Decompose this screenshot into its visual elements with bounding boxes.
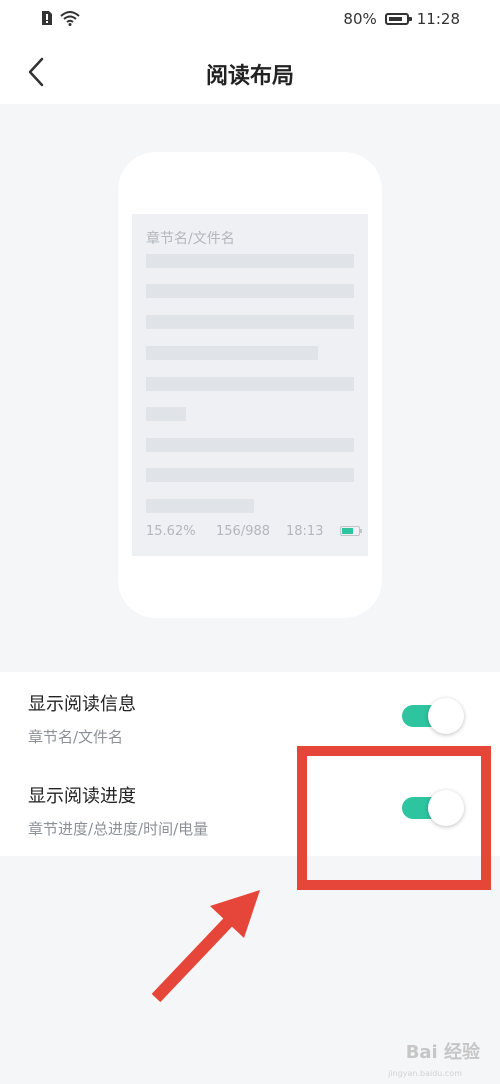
annotation-highlight-box <box>297 746 491 890</box>
page-title: 阅读布局 <box>205 64 294 89</box>
battery-level-fill <box>342 528 353 534</box>
preview-text-line <box>146 284 354 298</box>
preview-text-line <box>146 315 354 329</box>
clock: 11:28 <box>416 10 460 28</box>
preview-text-line <box>146 407 186 421</box>
wifi-icon <box>60 11 80 26</box>
preview-percent: 15.62% <box>146 524 196 539</box>
preview-text-line <box>146 377 354 391</box>
watermark-url: jingyan.baidu.com <box>388 1069 462 1078</box>
preview-text-line <box>146 346 318 360</box>
preview-time: 18:13 <box>286 524 324 539</box>
reading-layout-preview: 章节名/文件名 15.62% 156/988 18:13 <box>118 152 382 618</box>
preview-text-line <box>146 438 354 452</box>
toggle-knob <box>428 698 464 734</box>
preview-screen: 章节名/文件名 15.62% 156/988 18:13 <box>132 214 368 556</box>
status-bar-right: 80% 11:28 <box>343 10 460 28</box>
battery-icon <box>340 526 362 536</box>
setting-subtitle: 章节进度/总进度/时间/电量 <box>28 820 209 838</box>
setting-title: 显示阅读进度 <box>28 786 136 807</box>
preview-pages: 156/988 <box>216 524 271 539</box>
battery-level-fill <box>388 17 402 21</box>
annotation-arrow-icon <box>151 890 260 1003</box>
preview-text-line <box>146 468 354 482</box>
preview-text-line <box>146 499 254 513</box>
setting-subtitle: 章节名/文件名 <box>28 728 124 746</box>
preview-text-line <box>146 254 354 268</box>
alert-sim-icon <box>42 11 52 25</box>
toggle-switch-show-reading-info[interactable] <box>402 696 464 736</box>
setting-title: 显示阅读信息 <box>28 694 136 715</box>
battery-percent: 80% <box>343 10 377 28</box>
preview-chapter-label: 章节名/文件名 <box>146 231 235 247</box>
status-bar-left <box>40 10 80 26</box>
watermark-logo: Bai 经验 <box>405 1042 480 1063</box>
battery-icon <box>384 13 412 25</box>
navigation-bar: 阅读布局 <box>0 40 500 104</box>
status-bar: 80% 11:28 <box>0 0 500 40</box>
